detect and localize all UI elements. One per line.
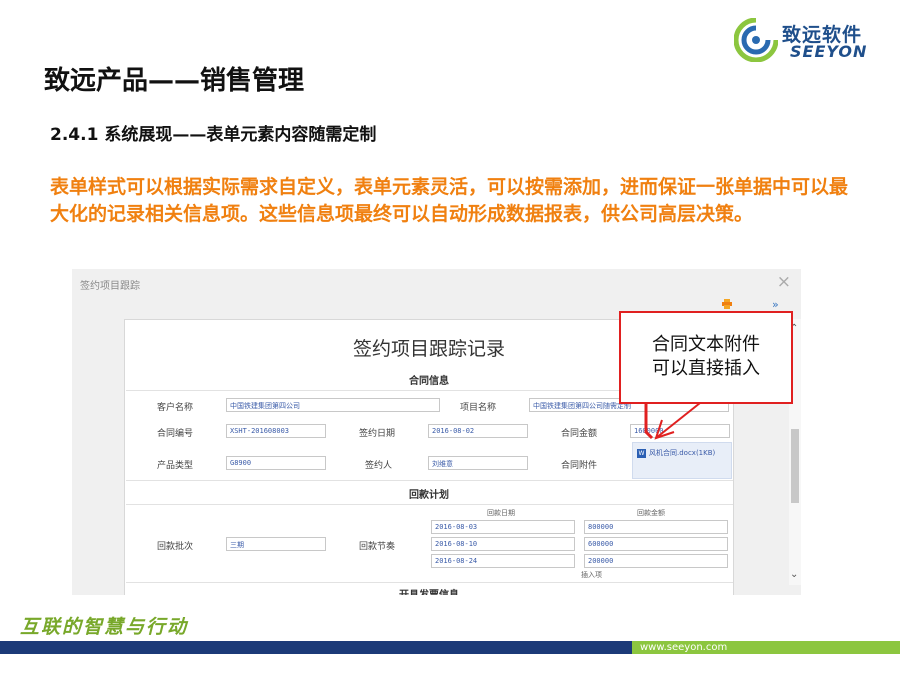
window-titlebar: 签约项目跟踪 ×: [72, 269, 801, 297]
slide-description: 表单样式可以根据实际需求自定义，表单元素灵活，可以按需添加，进而保证一张单据中可…: [50, 176, 849, 225]
batch-field[interactable]: 三期: [226, 537, 326, 551]
sign-date-field[interactable]: 2016-08-02: [428, 424, 528, 438]
close-icon[interactable]: ×: [777, 272, 791, 292]
product-field[interactable]: G8900: [226, 456, 326, 470]
expand-icon[interactable]: »: [772, 298, 779, 311]
amount-field[interactable]: 1600000: [630, 424, 730, 438]
seeyon-swirl-icon: [734, 18, 778, 62]
word-file-icon: W: [637, 448, 646, 458]
callout-box: 合同文本附件 可以直接插入: [619, 311, 793, 404]
slide-title: 致远产品——销售管理: [44, 66, 305, 96]
pay-date-header: 回款日期: [487, 509, 515, 517]
contract-no-field[interactable]: XSHT-201608003: [226, 424, 326, 438]
window-title: 签约项目跟踪: [80, 281, 140, 292]
divider: [126, 480, 733, 481]
divider: [126, 504, 733, 505]
payment-amount-field[interactable]: 200000: [584, 554, 728, 568]
scrollbar-thumb[interactable]: [791, 429, 799, 503]
payment-date-field[interactable]: 2016-08-03: [431, 520, 575, 534]
schedule-label: 回款节奏: [359, 542, 396, 552]
callout-text: 合同文本附件 可以直接插入: [621, 333, 791, 381]
product-label: 产品类型: [157, 461, 194, 471]
attachment-chip[interactable]: W 风机合同.docx(1KB): [632, 442, 732, 479]
contract-no-label: 合同编号: [157, 429, 194, 439]
attachment-label: 合同附件: [561, 461, 598, 471]
payment-date-field[interactable]: 2016-08-24: [431, 554, 575, 568]
project-label: 项目名称: [460, 403, 497, 413]
customer-field[interactable]: 中国铁建集团第四公司: [226, 398, 440, 412]
seeyon-logo: 致远软件 SEEYON: [734, 16, 884, 66]
pay-amount-header: 回款金额: [637, 509, 665, 517]
brand-name-en: SEEYON: [790, 42, 868, 61]
callout-line-2: 可以直接插入: [652, 358, 760, 379]
footer-url: www.seeyon.com: [640, 642, 728, 653]
attachment-filename: 风机合同.docx(1KB): [649, 449, 716, 457]
section-payment-plan: 回款计划: [409, 490, 449, 501]
amount-label: 合同金额: [561, 429, 598, 439]
brand-slogan: 互联的智慧与行动: [20, 616, 189, 638]
insert-row-button[interactable]: 插入项: [581, 570, 602, 580]
payment-amount-field[interactable]: 800000: [584, 520, 728, 534]
section-invoice-info: 开具发票信息: [125, 586, 733, 595]
chevron-down-icon[interactable]: ⌄: [790, 569, 798, 580]
signer-label: 签约人: [365, 461, 393, 471]
payment-date-field[interactable]: 2016-08-10: [431, 537, 575, 551]
customer-label: 客户名称: [157, 403, 194, 413]
divider: [126, 582, 733, 583]
payment-amount-field[interactable]: 600000: [584, 537, 728, 551]
sign-date-label: 签约日期: [359, 429, 396, 439]
callout-line-1: 合同文本附件: [652, 334, 760, 355]
batch-label: 回款批次: [157, 542, 194, 552]
print-icon[interactable]: [722, 299, 732, 309]
signer-field[interactable]: 刘维意: [428, 456, 528, 470]
slide-subtitle: 2.4.1 系统展现——表单元素内容随需定制: [50, 125, 377, 145]
